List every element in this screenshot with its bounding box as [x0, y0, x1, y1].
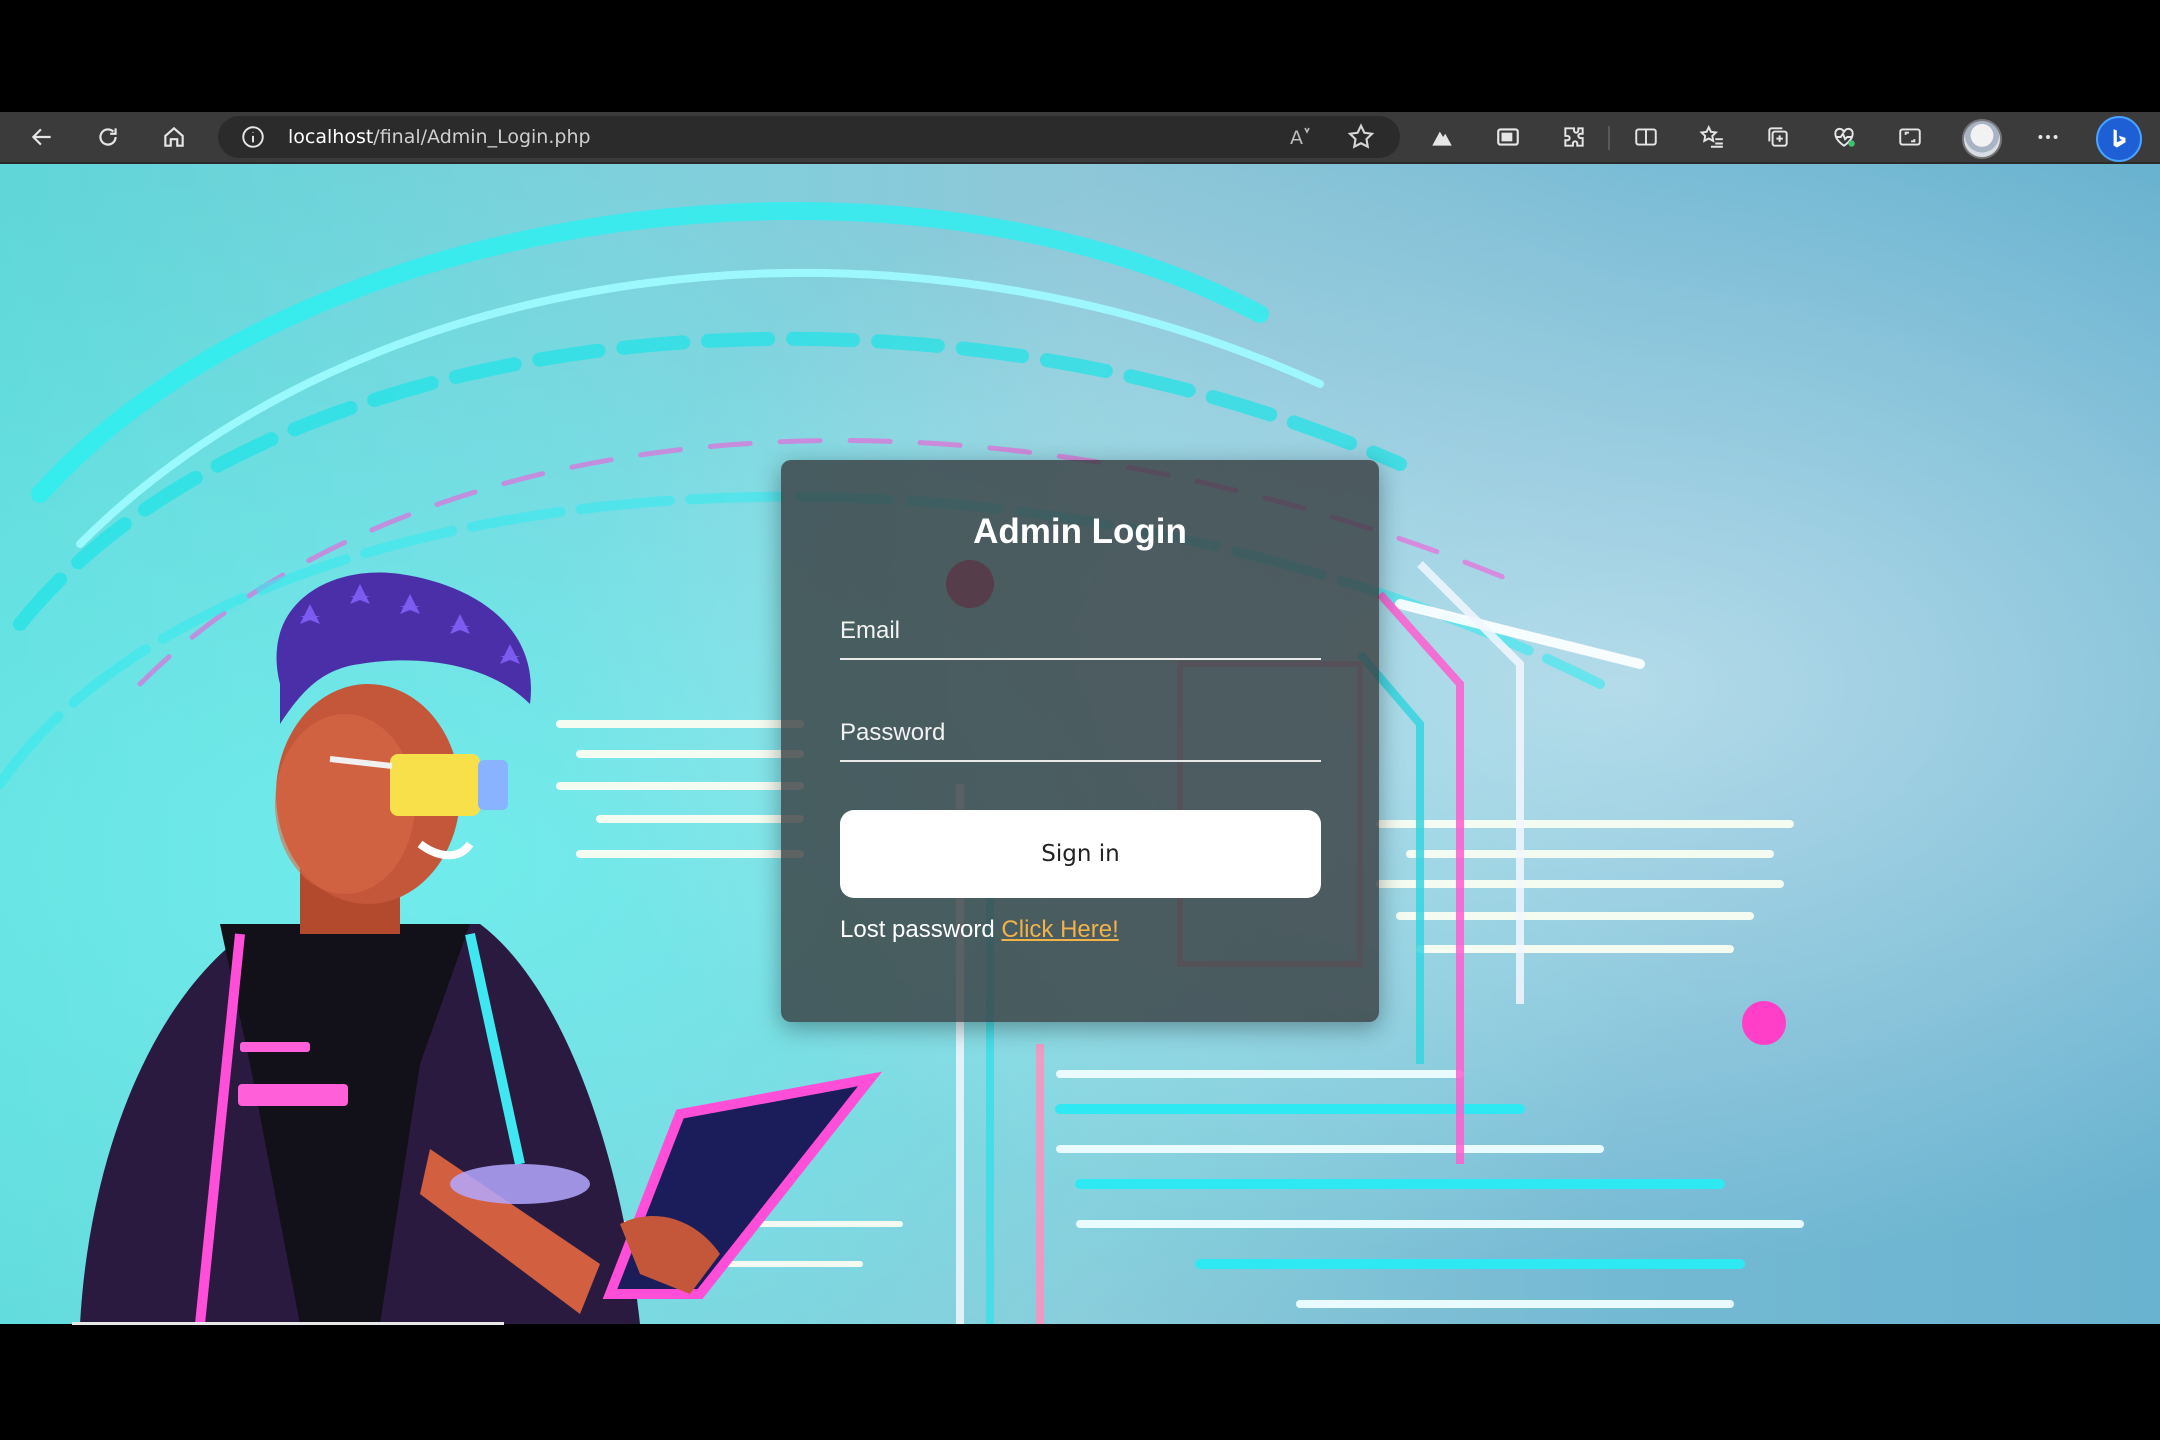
back-button[interactable] — [22, 117, 62, 157]
reset-password-link[interactable]: Click Here! — [1001, 916, 1118, 943]
read-aloud-button[interactable]: A — [1286, 122, 1316, 152]
extensions-button[interactable] — [1554, 117, 1594, 157]
browser-toolbar: localhost/final/Admin_Login.php A — [0, 112, 2160, 164]
avatar-icon[interactable] — [1962, 119, 2002, 159]
star-icon — [1347, 123, 1375, 149]
screenshot-icon — [1899, 128, 1921, 146]
window-extension-icon — [1497, 128, 1519, 146]
home-button[interactable] — [154, 117, 194, 157]
horizontal-scrollbar[interactable] — [72, 1322, 504, 1325]
read-aloud-label: A — [1290, 127, 1303, 149]
password-field-wrapper — [840, 710, 1321, 762]
more-button[interactable] — [2028, 117, 2068, 157]
sign-in-button[interactable]: Sign in — [840, 810, 1321, 898]
more-icon — [2038, 135, 2058, 139]
puzzle-icon — [1564, 127, 1584, 147]
email-input[interactable] — [840, 614, 1310, 648]
favorites-list-icon — [1699, 124, 1723, 148]
url-host: localhost — [288, 126, 374, 148]
address-bar[interactable]: localhost/final/Admin_Login.php A — [218, 116, 1400, 158]
split-screen-button[interactable] — [1626, 117, 1666, 157]
collections-icon — [1768, 127, 1788, 147]
favorite-button[interactable] — [1346, 122, 1376, 152]
split-screen-icon — [1635, 128, 1657, 146]
info-icon[interactable] — [240, 124, 266, 150]
screen: localhost/final/Admin_Login.php A Admin … — [0, 0, 2160, 1440]
url-text[interactable]: localhost/final/Admin_Login.php — [288, 126, 591, 148]
heart-pulse-icon — [1834, 127, 1855, 147]
lost-password-row: Lost password Click Here! — [840, 916, 1119, 944]
refresh-icon — [99, 128, 117, 146]
read-aloud-icon: A — [1290, 127, 1310, 149]
bing-icon[interactable] — [2096, 116, 2142, 162]
login-card: Admin Login Sign in Lost password Click … — [781, 460, 1379, 1022]
bing-logo — [2113, 129, 2126, 148]
screenshot-button[interactable] — [1890, 117, 1930, 157]
magenta-dot — [1742, 1001, 1786, 1045]
extension-mountain-button[interactable] — [1422, 117, 1462, 157]
mountain-extension-icon — [1432, 131, 1452, 146]
collections-button[interactable] — [1758, 117, 1798, 157]
login-page: Admin Login Sign in Lost password Click … — [0, 164, 2160, 1324]
password-input[interactable] — [840, 716, 1310, 750]
login-title: Admin Login — [973, 512, 1187, 551]
email-field-wrapper — [840, 608, 1321, 660]
url-path: /final/Admin_Login.php — [373, 126, 591, 148]
performance-button[interactable] — [1824, 117, 1864, 157]
refresh-button[interactable] — [88, 117, 128, 157]
favorites-button[interactable] — [1692, 117, 1732, 157]
toolbar-divider — [1608, 126, 1610, 150]
home-icon — [164, 126, 184, 147]
arrow-left-icon — [31, 128, 51, 146]
lost-password-text: Lost password — [840, 916, 995, 943]
extension-window-button[interactable] — [1488, 117, 1528, 157]
